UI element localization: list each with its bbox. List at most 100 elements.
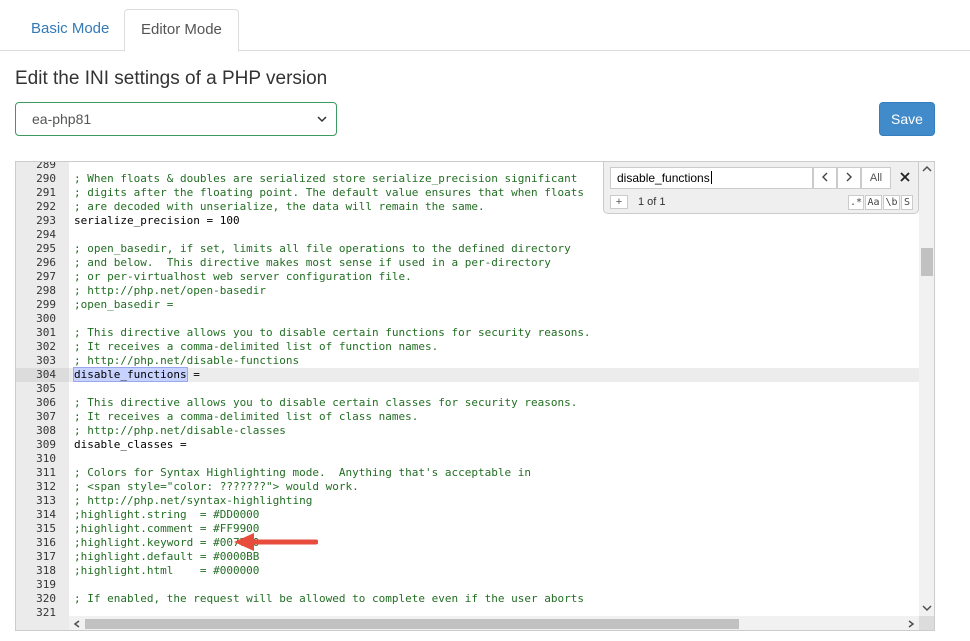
regex-toggle[interactable]: .* <box>848 195 864 210</box>
search-match-highlight: disable_functions <box>73 367 188 382</box>
page-title: Edit the INI settings of a PHP version <box>15 68 328 89</box>
scroll-up-icon[interactable] <box>922 165 932 173</box>
search-input[interactable]: disable_functions <box>610 167 813 189</box>
line-number: 310 <box>36 452 56 465</box>
replace-toggle-button[interactable]: + <box>610 195 628 209</box>
code-line[interactable]: 316 ;highlight.keyword = #007700 <box>16 536 919 550</box>
annotation-arrow-icon <box>234 533 318 551</box>
search-prev-button[interactable] <box>813 167 837 189</box>
line-number: 307 <box>36 410 56 423</box>
code-line[interactable]: 297 ; or per-virtualhost web server confi… <box>16 270 919 284</box>
code-line[interactable]: 311 ; Colors for Syntax Highlighting mode… <box>16 466 919 480</box>
search-match-counter: 1 of 1 <box>638 196 666 208</box>
code-line[interactable]: 294 <box>16 228 919 242</box>
line-text: ; http://php.net/disable-classes <box>74 424 286 437</box>
line-text: disable_classes = <box>74 438 187 451</box>
scroll-right-icon[interactable] <box>907 620 915 628</box>
code-line[interactable]: 315 ;highlight.comment = #FF9900 <box>16 522 919 536</box>
line-number: 293 <box>36 214 56 227</box>
code-line[interactable]: 313 ; http://php.net/syntax-highlighting <box>16 494 919 508</box>
code-line[interactable]: 309 disable_classes = <box>16 438 919 452</box>
vertical-scroll-thumb[interactable] <box>921 248 933 276</box>
scroll-down-icon[interactable] <box>922 604 932 612</box>
line-text: ; http://php.net/disable-functions <box>74 354 300 367</box>
search-next-button[interactable] <box>837 167 861 189</box>
php-version-select[interactable]: ea-php81 <box>15 102 337 136</box>
horizontal-scroll-thumb[interactable] <box>85 619 739 629</box>
line-number: 289 <box>36 162 56 171</box>
code-line[interactable]: 301 ; This directive allows you to disabl… <box>16 326 919 340</box>
code-line[interactable]: 321 <box>16 606 919 616</box>
line-text: ; http://php.net/open-basedir <box>74 284 267 297</box>
code-line[interactable]: 312 ; <span style="color: ???????"> would… <box>16 480 919 494</box>
search-all-button[interactable]: All <box>861 167 891 189</box>
search-query: disable_functions <box>617 171 710 185</box>
chevron-left-icon <box>822 172 828 182</box>
code-line[interactable]: 298 ; http://php.net/open-basedir <box>16 284 919 298</box>
line-text: ; If enabled, the request will be allowe… <box>74 592 584 605</box>
line-number: 311 <box>36 466 56 479</box>
code-line[interactable]: 320 ; If enabled, the request will be all… <box>16 592 919 606</box>
scroll-left-icon[interactable] <box>73 620 81 628</box>
line-number: 316 <box>36 536 56 549</box>
code-line[interactable]: 319 <box>16 578 919 592</box>
tab-basic-mode[interactable]: Basic Mode <box>15 9 125 52</box>
line-number: 291 <box>36 186 56 199</box>
code-line[interactable]: 295 ; open_basedir, if set, limits all fi… <box>16 242 919 256</box>
line-text: ; or per-virtualhost web server configur… <box>74 270 412 283</box>
search-close-button[interactable] <box>896 168 914 188</box>
line-number: 312 <box>36 480 56 493</box>
code-line[interactable]: 307 ; It receives a comma-delimited list … <box>16 410 919 424</box>
close-icon <box>900 172 910 182</box>
line-text: ; digits after the floating point. The d… <box>74 186 584 199</box>
line-number: 296 <box>36 256 56 269</box>
code-line[interactable]: 305 <box>16 382 919 396</box>
line-number: 300 <box>36 312 56 325</box>
code-line[interactable]: 306 ; This directive allows you to disabl… <box>16 396 919 410</box>
line-number: 305 <box>36 382 56 395</box>
case-sensitive-toggle[interactable]: Aa <box>865 195 882 210</box>
scrollbar-corner <box>919 616 934 630</box>
code-area[interactable]: 289 290 ; When floats & doubles are serial… <box>16 162 919 616</box>
code-line[interactable]: 318 ;highlight.html = #000000 <box>16 564 919 578</box>
line-number: 298 <box>36 284 56 297</box>
code-line[interactable]: 300 <box>16 312 919 326</box>
code-line[interactable]: 317 ;highlight.default = #0000BB <box>16 550 919 564</box>
code-line[interactable]: 310 <box>16 452 919 466</box>
line-number: 294 <box>36 228 56 241</box>
line-text: disable_functions = <box>73 367 200 382</box>
horizontal-scrollbar[interactable] <box>69 616 919 630</box>
line-text: ; <span style="color: ???????"> would wo… <box>74 480 359 493</box>
ini-code-editor[interactable]: 289 290 ; When floats & doubles are serial… <box>15 161 935 631</box>
search-in-selection-toggle[interactable]: S <box>901 195 913 210</box>
line-text: ; It receives a comma-delimited list of … <box>74 410 419 423</box>
line-number: 303 <box>36 354 56 367</box>
line-text: ; It receives a comma-delimited list of … <box>74 340 439 353</box>
line-number: 313 <box>36 494 56 507</box>
line-number: 321 <box>36 606 56 616</box>
tab-editor-mode[interactable]: Editor Mode <box>124 9 239 52</box>
line-number: 301 <box>36 326 56 339</box>
line-text: serialize_precision = 100 <box>74 214 240 227</box>
vertical-scrollbar[interactable] <box>919 162 934 616</box>
line-number: 318 <box>36 564 56 577</box>
code-line[interactable]: 303 ; http://php.net/disable-functions <box>16 354 919 368</box>
save-button[interactable]: Save <box>879 102 935 136</box>
code-line[interactable]: 296 ; and below. This directive makes mos… <box>16 256 919 270</box>
search-panel: disable_functions All + 1 of 1 .* Aa \b … <box>603 162 919 214</box>
code-line[interactable]: 314 ;highlight.string = #DD0000 <box>16 508 919 522</box>
mode-tabs: Basic Mode Editor Mode <box>0 0 970 52</box>
line-number: 308 <box>36 424 56 437</box>
line-number: 320 <box>36 592 56 605</box>
line-number: 304 <box>16 368 69 382</box>
code-line[interactable]: 302 ; It receives a comma-delimited list … <box>16 340 919 354</box>
code-line[interactable]: 293 serialize_precision = 100 <box>16 214 919 228</box>
line-number: 315 <box>36 522 56 535</box>
code-line[interactable]: 299 ;open_basedir = <box>16 298 919 312</box>
whole-word-toggle[interactable]: \b <box>883 195 900 210</box>
code-line[interactable]: 304 disable_functions = <box>16 367 919 382</box>
line-number: 302 <box>36 340 56 353</box>
line-text: ;open_basedir = <box>74 298 174 311</box>
chevron-down-icon <box>317 116 327 123</box>
code-line[interactable]: 308 ; http://php.net/disable-classes <box>16 424 919 438</box>
